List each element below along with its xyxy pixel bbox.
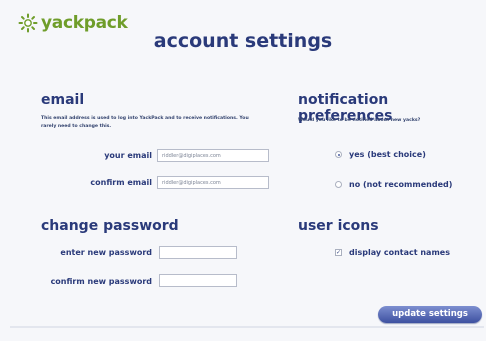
change-password-heading: change password xyxy=(41,218,179,234)
email-heading: email xyxy=(41,92,85,108)
account-settings-page: yackpack account settings email This ema… xyxy=(0,0,486,341)
notify-yes-label: yes (best choice) xyxy=(349,150,426,159)
notify-yes-radio[interactable] xyxy=(335,151,342,158)
display-contact-names-checkbox[interactable]: ✓ xyxy=(335,249,342,256)
confirm-email-label: confirm email xyxy=(90,178,152,187)
email-description: This email address is used to log into Y… xyxy=(41,116,249,129)
new-password-field[interactable] xyxy=(159,246,237,259)
your-email-label: your email xyxy=(104,151,152,160)
notification-question: Would you like to be notified about new … xyxy=(298,118,421,123)
confirm-password-field[interactable] xyxy=(159,274,237,287)
notify-no-radio[interactable] xyxy=(335,181,342,188)
display-contact-names-option[interactable]: ✓ display contact names xyxy=(335,248,450,257)
notify-no-option[interactable]: no (not recommended) xyxy=(335,180,452,189)
update-settings-button[interactable]: update settings xyxy=(378,306,482,323)
footer-divider xyxy=(10,326,484,328)
display-contact-names-label: display contact names xyxy=(349,248,450,257)
new-password-label: enter new password xyxy=(60,248,152,257)
confirm-email-field[interactable]: riddler@digiplaces.com xyxy=(157,176,269,189)
confirm-password-label: confirm new password xyxy=(50,277,152,286)
page-title: account settings xyxy=(153,30,333,52)
notify-yes-option[interactable]: yes (best choice) xyxy=(335,150,426,159)
user-icons-heading: user icons xyxy=(298,218,379,234)
notify-no-label: no (not recommended) xyxy=(349,180,453,189)
your-email-field[interactable]: riddler@digiplaces.com xyxy=(157,149,269,162)
